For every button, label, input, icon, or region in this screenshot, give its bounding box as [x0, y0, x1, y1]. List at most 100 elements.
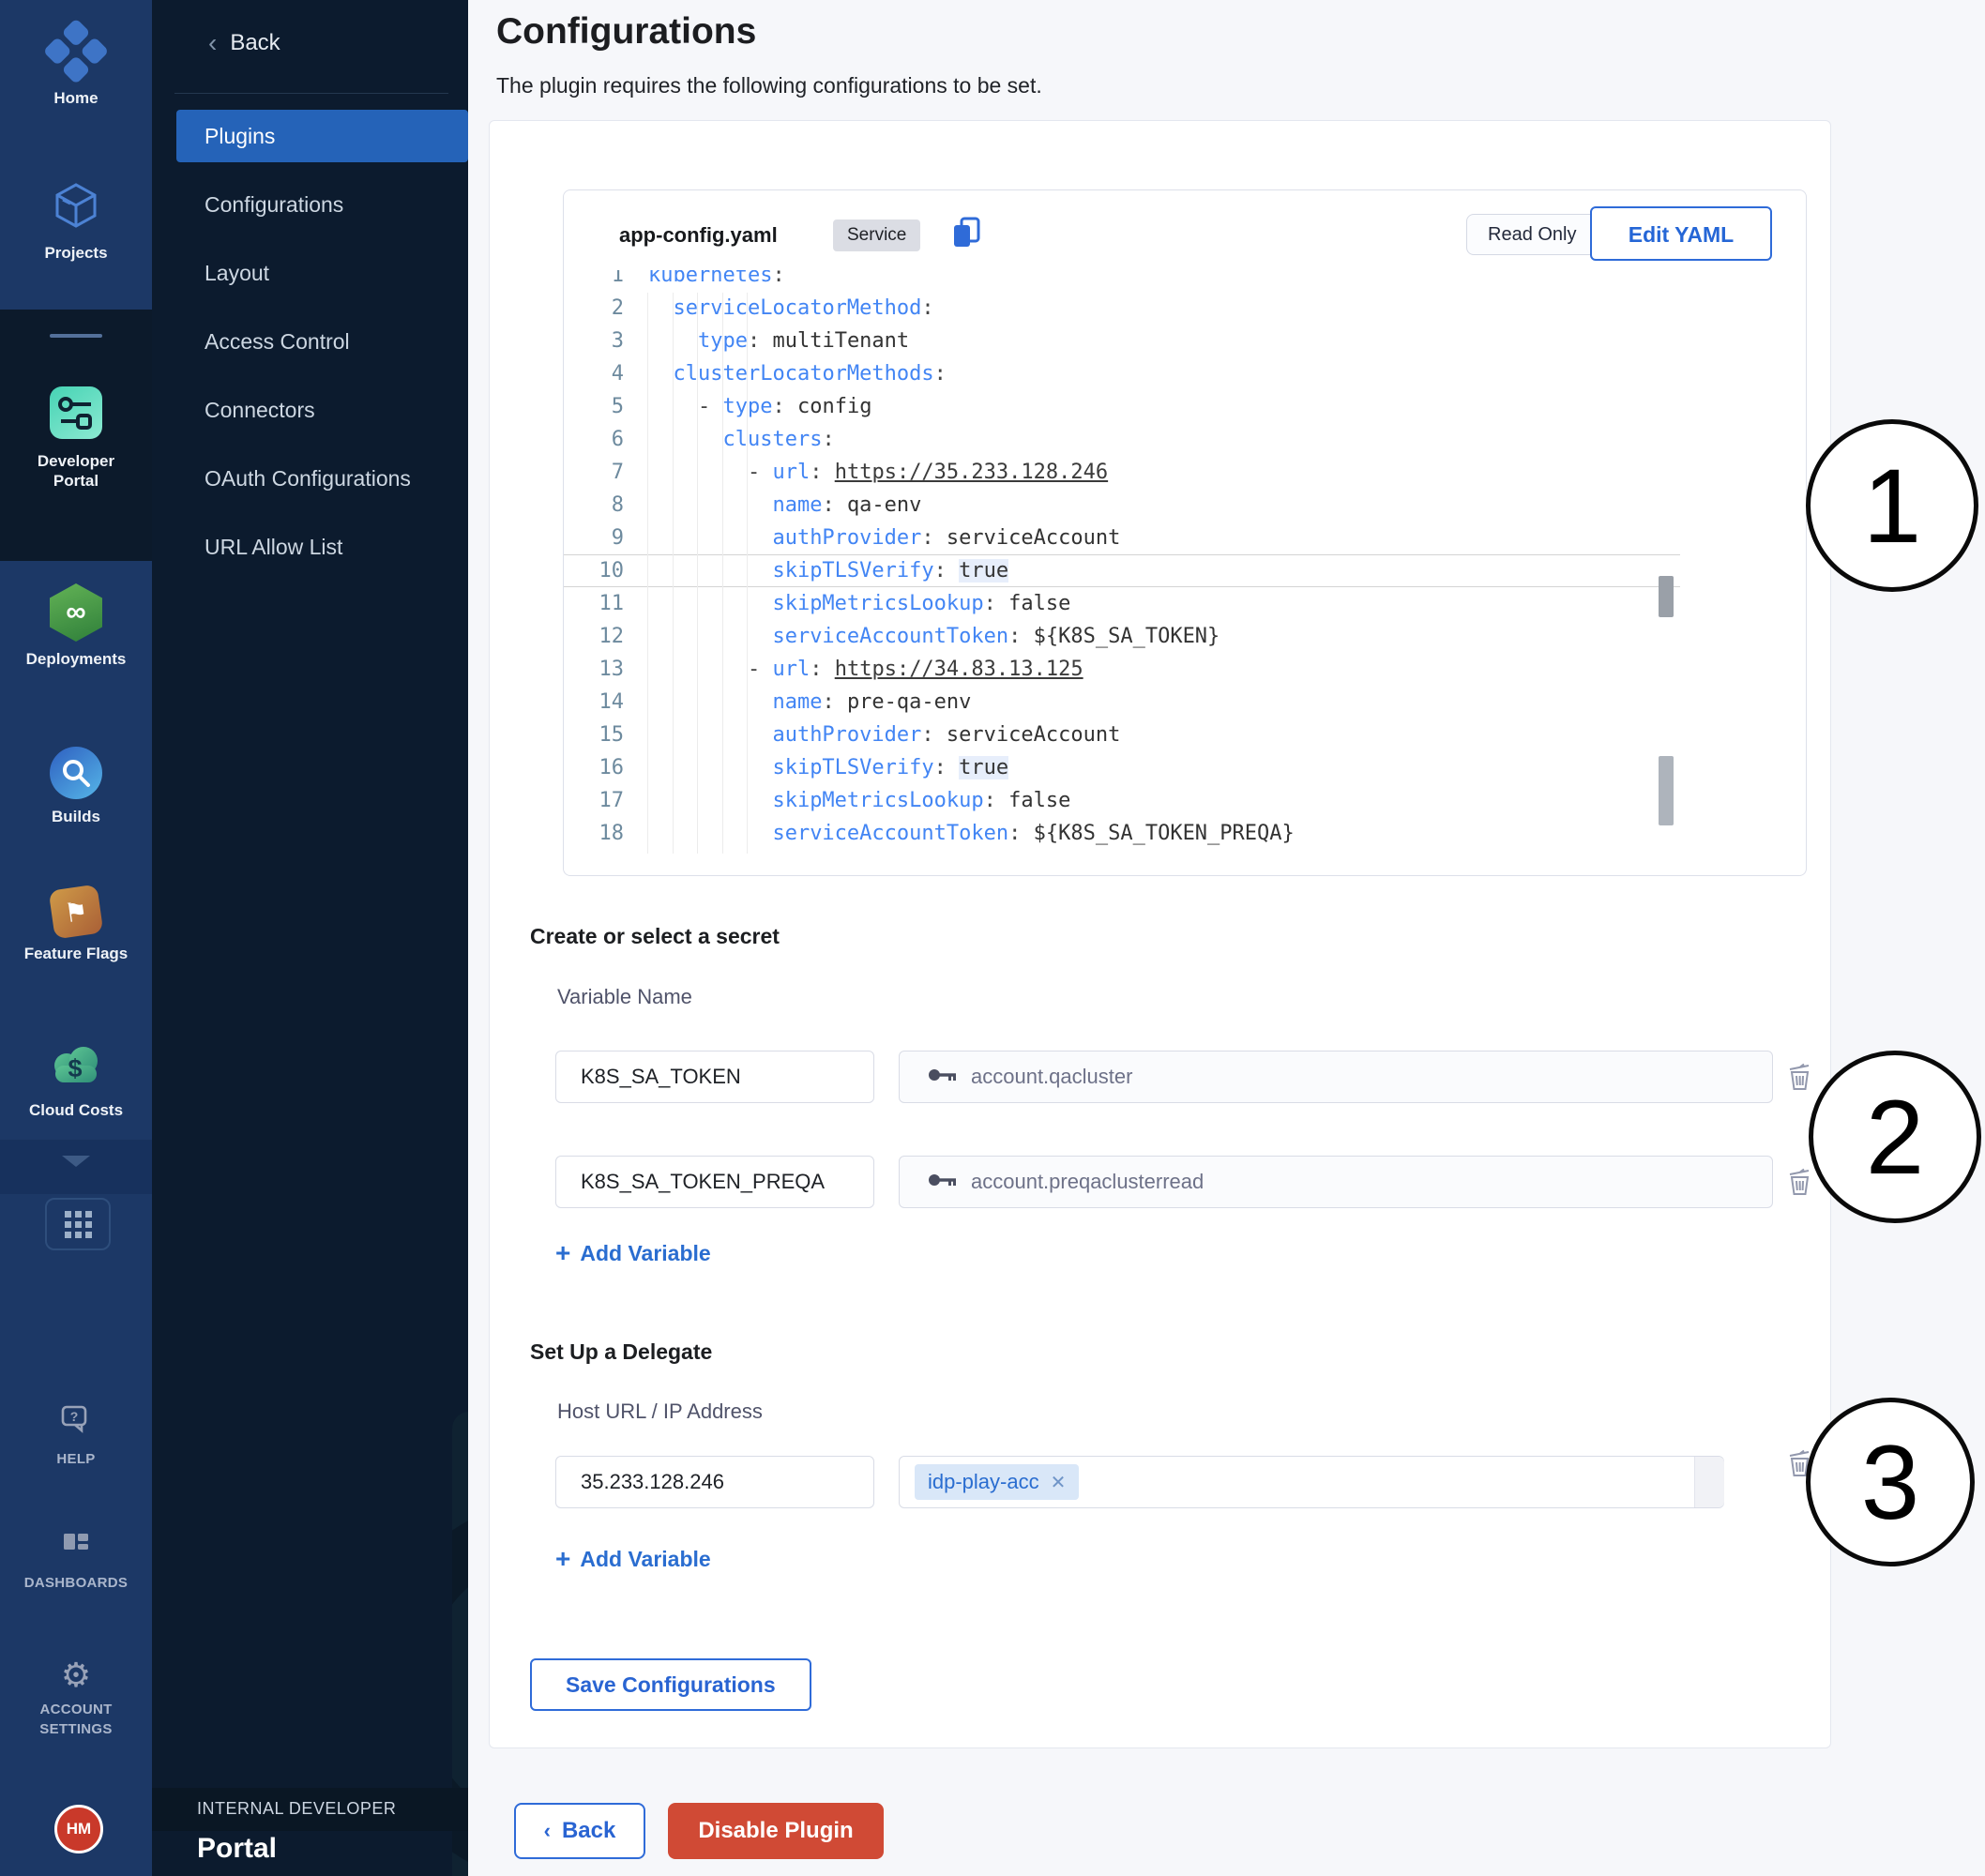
- sidebar-item-help[interactable]: ? HELP: [0, 1403, 152, 1469]
- code-line: 14 name: pre-qa-env: [564, 686, 1680, 719]
- sidebar-item-developer-portal[interactable]: DeveloperPortal: [0, 386, 152, 491]
- sidebar-item-feature-flags[interactable]: ⚑ Feature Flags: [0, 887, 152, 963]
- delegate-section-heading: Set Up a Delegate: [530, 1339, 712, 1365]
- avatar-initials: HM: [67, 1820, 91, 1838]
- add-variable-link[interactable]: + Add Variable: [555, 1240, 711, 1266]
- add-variable-link[interactable]: + Add Variable: [555, 1546, 711, 1572]
- secret-name: account.qacluster: [971, 1065, 1132, 1089]
- gear-icon: ⚙: [61, 1656, 91, 1694]
- sidebar-item-deployments[interactable]: ∞ Deployments: [0, 583, 152, 669]
- line-number: 12: [564, 620, 639, 653]
- sidebar-item-access-control[interactable]: Access Control: [176, 315, 468, 368]
- annotation-circle-2: 2: [1809, 1051, 1981, 1223]
- line-number: 2: [564, 292, 639, 325]
- harness-logo-icon: [52, 21, 100, 81]
- sidebar-item-account-settings[interactable]: ⚙ ACCOUNTSETTINGS: [0, 1658, 152, 1739]
- sidebar-item-configurations[interactable]: Configurations: [176, 178, 468, 231]
- code-token: name: [772, 493, 822, 517]
- code-token: serviceAccountToken: [772, 822, 1008, 845]
- code-token: :: [822, 493, 847, 517]
- delete-row-icon[interactable]: [1786, 1062, 1814, 1092]
- code-token: skipTLSVerify: [772, 559, 933, 582]
- chevron-down-icon: [62, 1156, 90, 1167]
- back-button[interactable]: ‹ Back: [514, 1803, 645, 1859]
- code-token: :: [1008, 822, 1034, 845]
- code-line: 3 type: multiTenant: [564, 325, 1680, 357]
- sidebar-divider: [174, 93, 448, 94]
- code-token: config: [797, 395, 871, 418]
- sidebar-item-layout[interactable]: Layout: [176, 247, 468, 299]
- sidebar-item-home[interactable]: Home: [0, 21, 152, 108]
- sidebar-item-projects[interactable]: Projects: [0, 180, 152, 263]
- line-number: 5: [564, 390, 639, 423]
- code-token: false: [1008, 789, 1070, 812]
- secret-section-heading: Create or select a secret: [530, 924, 780, 949]
- delete-row-icon[interactable]: [1786, 1167, 1814, 1197]
- code-token: true: [959, 756, 1008, 779]
- sidebar-item-oauth-configurations[interactable]: OAuth Configurations: [176, 452, 468, 505]
- key-icon: [928, 1172, 958, 1193]
- module-switcher-button[interactable]: [45, 1198, 111, 1250]
- code-text: - type: config: [639, 390, 871, 423]
- delegate-tags-field[interactable]: idp-play-acc ✕: [899, 1456, 1724, 1508]
- module-divider: [50, 334, 102, 338]
- disable-plugin-button[interactable]: Disable Plugin: [668, 1803, 884, 1859]
- sidebar-item-plugins[interactable]: Plugins: [176, 110, 468, 162]
- sidebar-item-builds[interactable]: Builds: [0, 747, 152, 826]
- code-text: name: pre-qa-env: [639, 686, 971, 719]
- sidebar-item-dashboards[interactable]: DASHBOARDS: [0, 1531, 152, 1593]
- yaml-code-viewport[interactable]: 1kubernetes:2 serviceLocatorMethod:3 typ…: [564, 270, 1804, 873]
- scrollbar-marker[interactable]: [1659, 576, 1674, 617]
- back-link[interactable]: ‹ Back: [208, 30, 280, 56]
- line-number: 17: [564, 784, 639, 817]
- code-token: :: [934, 756, 960, 779]
- service-badge: Service: [833, 219, 920, 251]
- variable-name-input[interactable]: [555, 1051, 874, 1103]
- code-token: :: [810, 658, 835, 681]
- code-token: url: [772, 658, 810, 681]
- page-title: Configurations: [496, 11, 756, 53]
- chevron-left-icon: ‹: [208, 30, 217, 56]
- code-text: name: qa-env: [639, 489, 921, 522]
- tagfield-suffix: [1694, 1457, 1724, 1507]
- svg-text:?: ?: [70, 1409, 79, 1424]
- scrollbar-marker[interactable]: [1659, 756, 1674, 825]
- indent-guide: [647, 293, 648, 854]
- sidebar-item-url-allow-list[interactable]: URL Allow List: [176, 521, 468, 573]
- code-token: :: [772, 395, 797, 418]
- host-url-input[interactable]: [555, 1456, 874, 1508]
- code-text: authProvider: serviceAccount: [639, 522, 1120, 554]
- read-only-badge: Read Only: [1466, 214, 1599, 255]
- code-line: 18 serviceAccountToken: ${K8S_SA_TOKEN_P…: [564, 817, 1680, 850]
- indent-guide: [722, 293, 723, 854]
- remove-tag-icon[interactable]: ✕: [1051, 1471, 1067, 1494]
- svg-text:$: $: [68, 1054, 82, 1082]
- code-line: 6 clusters:: [564, 423, 1680, 456]
- copy-icon[interactable]: [951, 216, 983, 254]
- code-token: skipMetricsLookup: [772, 789, 983, 812]
- edit-yaml-button[interactable]: Edit YAML: [1590, 206, 1772, 261]
- code-token: -: [748, 461, 773, 484]
- code-token: :: [984, 592, 1009, 615]
- code-line: 2 serviceLocatorMethod:: [564, 292, 1680, 325]
- sidebar-item-label: Builds: [0, 807, 152, 826]
- secret-selector[interactable]: account.preqaclusterread: [899, 1156, 1773, 1208]
- sidebar-item-label: Deployments: [0, 649, 152, 669]
- save-configurations-button[interactable]: Save Configurations: [530, 1658, 811, 1711]
- user-avatar[interactable]: HM: [54, 1805, 103, 1853]
- code-token: kubernetes: [648, 270, 772, 287]
- code-token: https://34.83.13.125: [835, 658, 1083, 681]
- indent-guide: [673, 293, 674, 854]
- variable-name-input[interactable]: [555, 1156, 874, 1208]
- developer-portal-icon: [50, 386, 102, 439]
- secret-selector[interactable]: account.qacluster: [899, 1051, 1773, 1103]
- code-token: :: [921, 526, 947, 550]
- code-token: serviceAccount: [947, 723, 1120, 747]
- sidebar-item-connectors[interactable]: Connectors: [176, 384, 468, 436]
- code-token: serviceAccount: [947, 526, 1120, 550]
- code-text: skipTLSVerify: true: [639, 555, 1008, 586]
- sidebar-item-cloud-costs[interactable]: $ Cloud Costs: [0, 1043, 152, 1120]
- code-line: 7 - url: https://35.233.128.246: [564, 456, 1680, 489]
- indent-guide: [697, 293, 698, 854]
- module-collapse-toggle[interactable]: [0, 1156, 152, 1167]
